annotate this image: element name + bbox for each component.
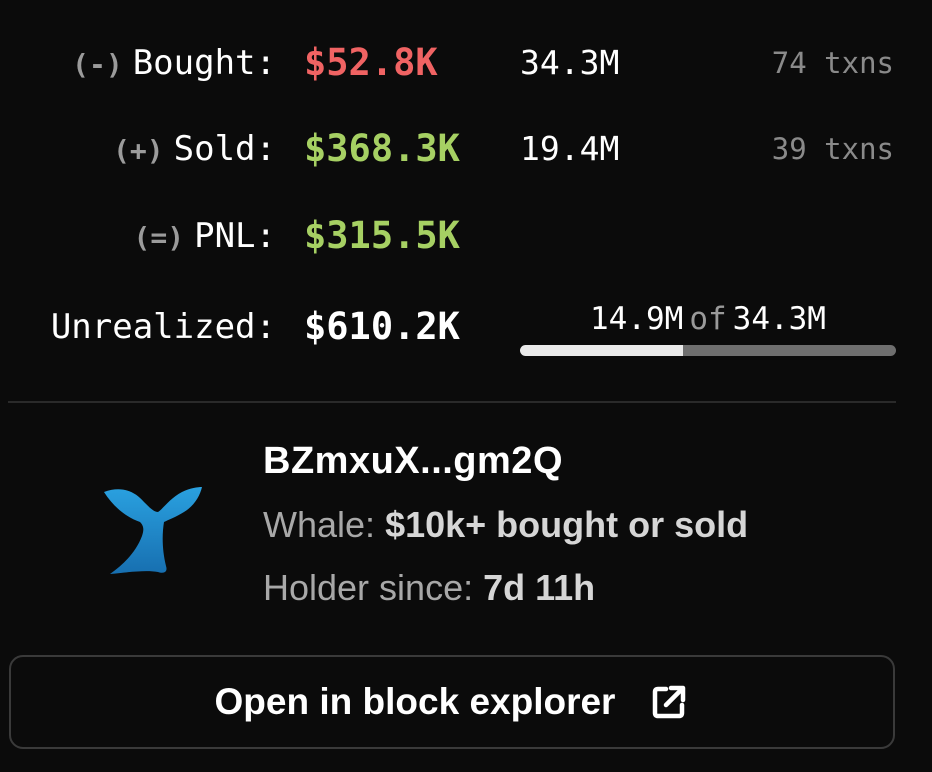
holder-value: 7d 11h bbox=[483, 567, 596, 608]
open-block-explorer-button[interactable]: Open in block explorer bbox=[9, 655, 895, 749]
holding-progress-fill bbox=[520, 345, 684, 356]
bought-value: $52.8K bbox=[304, 41, 438, 84]
wallet-pnl-panel: (-) Bought: $52.8K 34.3M 74 txns (+) Sold:… bbox=[0, 0, 932, 772]
whale-label: Whale: bbox=[263, 504, 376, 545]
bought-row: (-) Bought: $52.8K 34.3M 74 txns bbox=[0, 33, 932, 93]
pnl-label-group: (=) PNL: bbox=[134, 206, 276, 266]
holding-progress-bar bbox=[520, 345, 896, 356]
sold-sign: (+) bbox=[113, 134, 164, 167]
external-link-icon bbox=[653, 685, 686, 719]
pnl-value: $315.5K bbox=[304, 214, 460, 257]
bought-txns: 74 txns bbox=[771, 46, 894, 80]
pnl-row: (=) PNL: $315.5K bbox=[0, 206, 932, 266]
pnl-label: PNL: bbox=[194, 216, 276, 256]
bought-sign: (-) bbox=[72, 48, 123, 81]
holder-info: Holder since: 7d 11h bbox=[263, 567, 595, 609]
divider bbox=[8, 401, 896, 403]
sold-value: $368.3K bbox=[304, 127, 460, 170]
whale-tail-icon bbox=[104, 487, 202, 574]
sold-txns: 39 txns bbox=[771, 132, 894, 166]
whale-info: Whale: $10k+ bought or sold bbox=[263, 504, 748, 546]
holder-label: Holder since: bbox=[263, 567, 474, 608]
total-amount: 34.3M bbox=[732, 301, 826, 337]
whale-value: $10k+ bought or sold bbox=[385, 504, 749, 545]
unrealized-label: Unrealized: bbox=[50, 307, 276, 347]
sold-label-group: (+) Sold: bbox=[113, 119, 276, 179]
wallet-address: BZmxuX...gm2Q bbox=[263, 440, 563, 482]
holding-progress-text: 14.9M of 34.3M bbox=[520, 296, 896, 342]
pnl-sign: (=) bbox=[133, 221, 185, 254]
of-label: of bbox=[689, 301, 727, 337]
bought-label-group: (-) Bought: bbox=[72, 33, 276, 93]
sold-amount: 19.4M bbox=[520, 129, 620, 168]
unrealized-value: $610.2K bbox=[304, 305, 460, 348]
held-amount: 14.9M bbox=[590, 301, 684, 337]
sold-label: Sold: bbox=[173, 129, 276, 169]
bought-label: Bought: bbox=[132, 43, 276, 83]
explorer-button-label: Open in block explorer bbox=[214, 681, 616, 722]
bought-amount: 34.3M bbox=[520, 43, 620, 82]
sold-row: (+) Sold: $368.3K 19.4M 39 txns bbox=[0, 119, 932, 179]
